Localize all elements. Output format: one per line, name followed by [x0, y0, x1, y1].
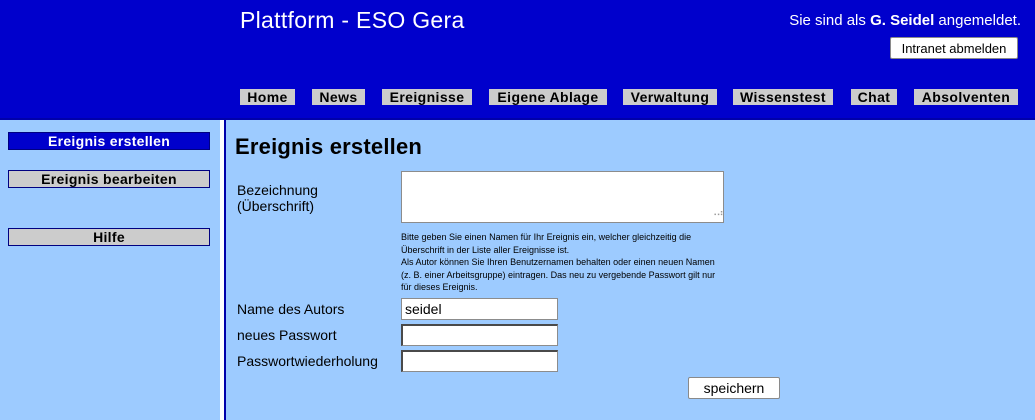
help-line: Bitte geben Sie einen Namen für Ihr Erei… [401, 232, 692, 242]
nav-item-home[interactable]: Home [240, 89, 295, 105]
author-label: Name des Autors [237, 301, 345, 317]
resize-grip-icon[interactable]: ⠠⠴ [710, 209, 724, 219]
logout-button[interactable]: Intranet abmelden [890, 37, 1018, 59]
login-prefix: Sie sind als [789, 12, 871, 29]
login-suffix: angemeldet. [934, 12, 1021, 29]
nav-item-ereignisse[interactable]: Ereignisse [382, 89, 472, 105]
nav-item-chat[interactable]: Chat [851, 89, 897, 105]
help-line: für dieses Ereignis. [401, 282, 478, 293]
title-label: Bezeichnung (Überschrift) [237, 182, 318, 214]
sidebar [0, 120, 220, 420]
nav-item-news[interactable]: News [312, 89, 365, 105]
save-button[interactable]: speichern [688, 377, 780, 399]
password-input[interactable] [401, 324, 558, 346]
help-line: (z. B. einer Arbeitsgruppe) eintragen. D… [401, 269, 716, 280]
site-title: Plattform - ESO Gera [240, 7, 465, 33]
password-label: neues Passwort [237, 327, 337, 343]
sidebar-item-ereignis-bearbeiten[interactable]: Ereignis bearbeiten [8, 170, 210, 188]
nav-item-eigene-ablage[interactable]: Eigene Ablage [489, 89, 607, 105]
author-input[interactable] [401, 298, 558, 320]
password-repeat-label: Passwortwiederholung [237, 353, 378, 369]
help-text: Bitte geben Sie einen Namen für Ihr Erei… [401, 231, 781, 294]
nav-item-verwaltung[interactable]: Verwaltung [623, 89, 717, 105]
title-textarea[interactable] [401, 171, 724, 223]
user-name: G. Seidel [870, 12, 935, 29]
title-label-line1: Bezeichnung [237, 182, 318, 198]
login-status: Sie sind als G. Seidel angemeldet. [789, 12, 1021, 29]
sidebar-item-hilfe[interactable]: Hilfe [8, 228, 210, 246]
header-bar: Plattform - ESO Gera Sie sind als G. Sei… [0, 0, 1035, 118]
help-line: Überschrift in der Liste aller Ereigniss… [401, 244, 570, 255]
nav-item-absolventen[interactable]: Absolventen [914, 89, 1018, 105]
nav-item-wissenstest[interactable]: Wissenstest [733, 89, 833, 105]
sidebar-item-ereignis-erstellen[interactable]: Ereignis erstellen [8, 132, 210, 150]
sidebar-divider-line [224, 120, 226, 420]
password-repeat-input[interactable] [401, 350, 558, 372]
page-title: Ereignis erstellen [235, 134, 423, 159]
help-line: Als Autor können Sie Ihren Benutzernamen… [401, 257, 715, 268]
title-label-line2: (Überschrift) [237, 198, 315, 214]
